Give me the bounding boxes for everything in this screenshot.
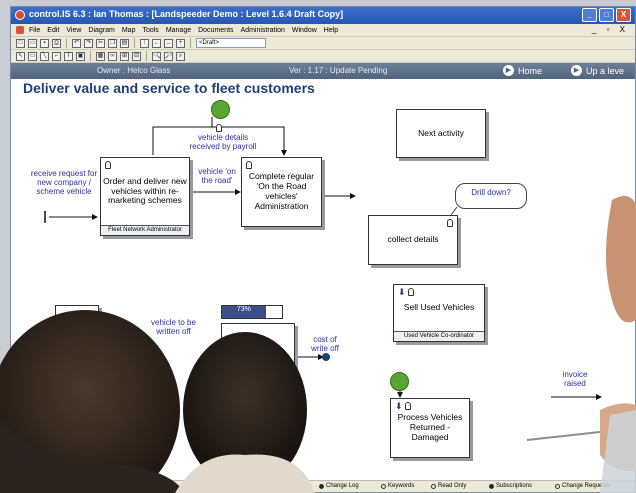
foreground-people-illustration <box>0 196 636 493</box>
